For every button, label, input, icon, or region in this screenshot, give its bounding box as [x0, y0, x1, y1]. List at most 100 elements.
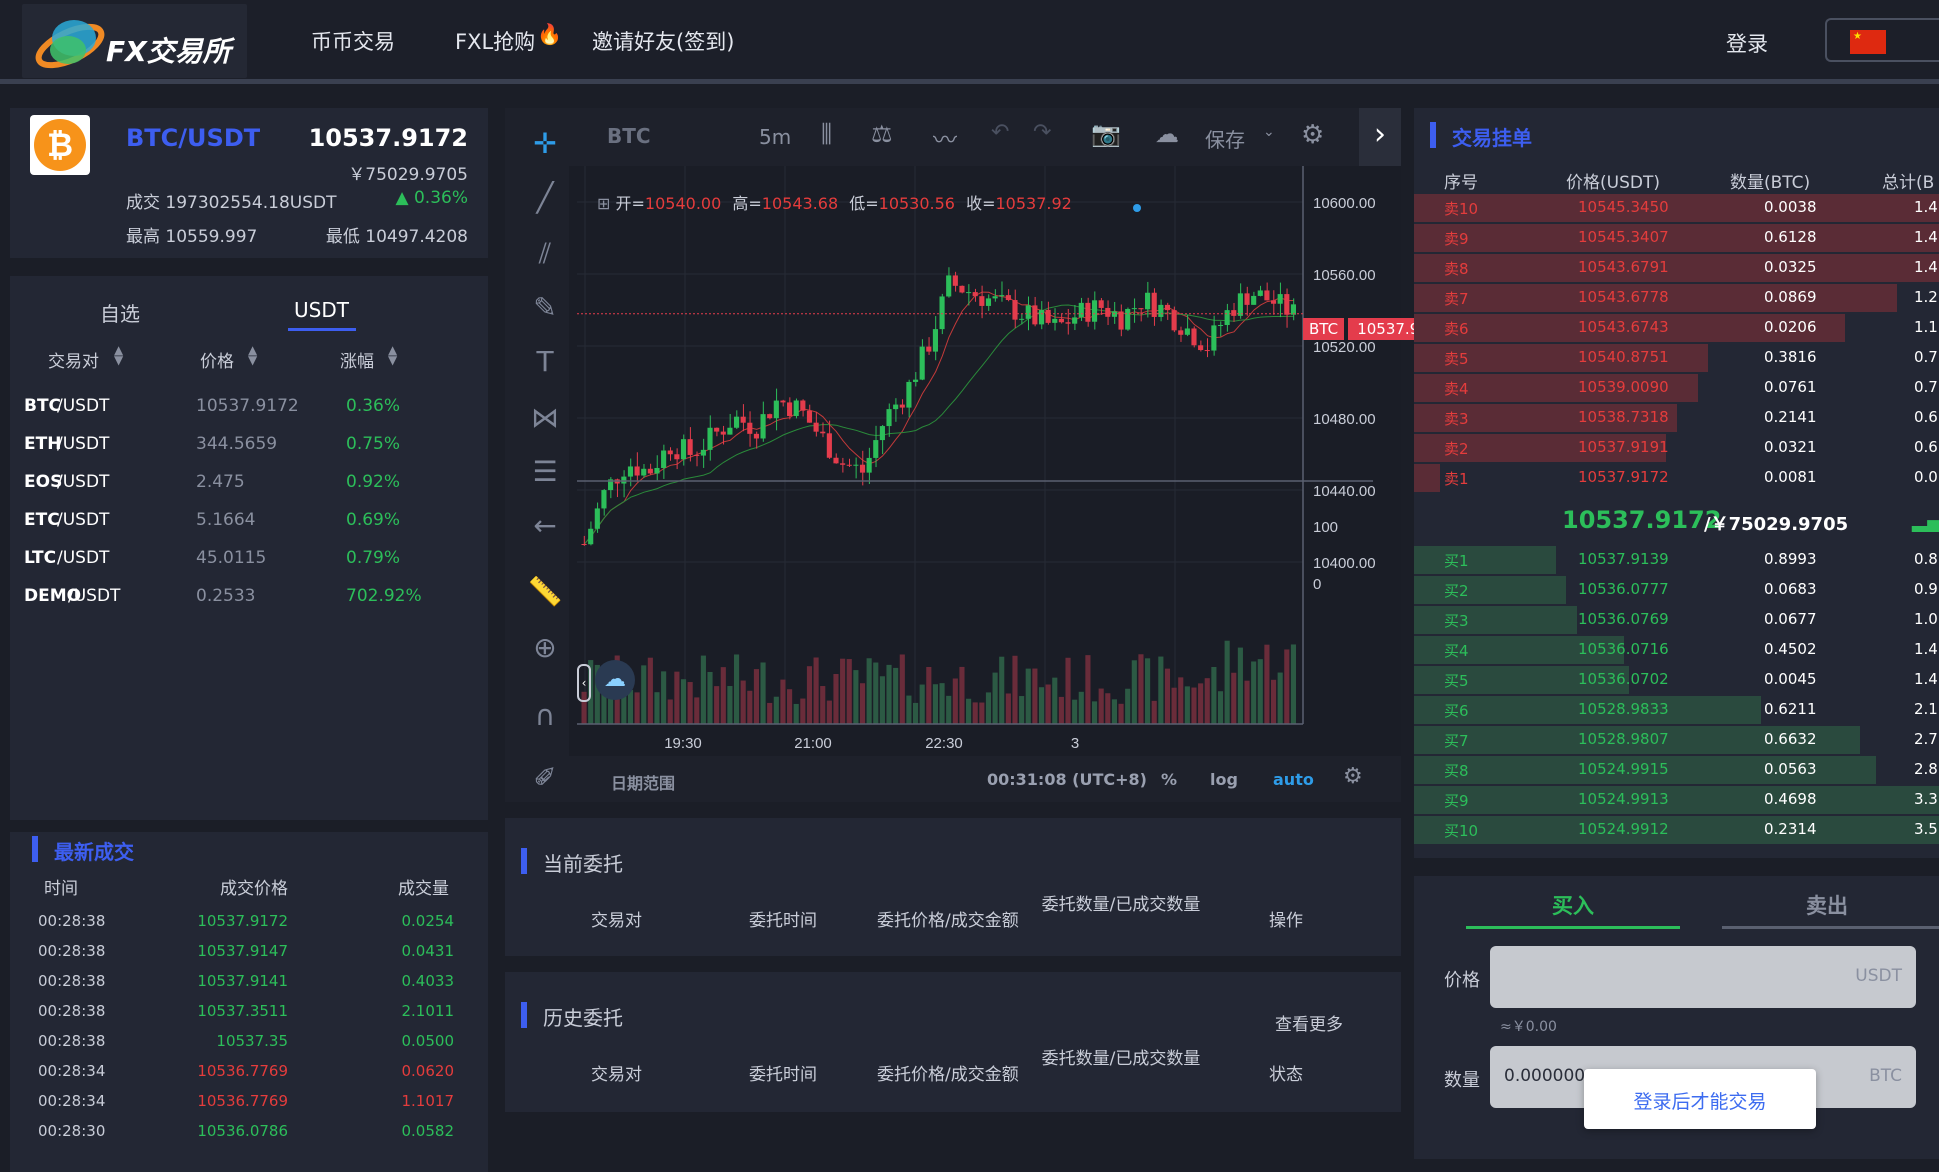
ask-row[interactable]: 卖7 10543.6778 0.0869 1.2 — [1414, 283, 1939, 313]
ask-row[interactable]: 卖5 10540.8751 0.3816 0.7 — [1414, 343, 1939, 373]
section-marker — [1430, 122, 1436, 148]
volume-bar — [1284, 649, 1290, 724]
bid-row[interactable]: 买6 10528.9833 0.6211 2.1 — [1414, 695, 1939, 725]
magnet-icon[interactable]: ∩ — [519, 690, 571, 742]
crosshair-icon[interactable]: ✛ — [519, 118, 571, 170]
market-row[interactable]: EOS/USDT 2.475 0.92% — [10, 466, 488, 502]
site-logo[interactable]: FX交易所 — [22, 4, 247, 78]
volume-tick-label: 100 — [1313, 519, 1338, 536]
market-row[interactable]: DEMO/USDT 0.2533 702.92% — [10, 580, 488, 616]
market-row-price: 0.2533 — [196, 586, 256, 606]
tab-buy[interactable]: 买入 — [1552, 890, 1594, 920]
sort-icon[interactable]: ▲ ▼ — [114, 344, 123, 366]
expand-tools-chevron-icon[interactable]: ⌄ — [519, 756, 571, 790]
ask-row[interactable]: 卖6 10543.6743 0.0206 1.1 — [1414, 313, 1939, 343]
trend-line-icon[interactable]: ╱ — [519, 172, 571, 224]
ask-row[interactable]: 卖8 10543.6791 0.0325 1.4 — [1414, 253, 1939, 283]
axis-settings-icon[interactable]: ⚙ — [1343, 764, 1363, 789]
tab-usdt[interactable]: USDT — [294, 298, 349, 322]
market-row[interactable]: ETC/USDT 5.1664 0.69% — [10, 504, 488, 540]
log-toggle[interactable]: log — [1210, 770, 1238, 789]
volume-bar — [1251, 661, 1257, 724]
price-input[interactable]: USDT — [1490, 946, 1916, 1008]
bid-row[interactable]: 买7 10528.9807 0.6632 2.7 — [1414, 725, 1939, 755]
kline-chart-panel: BTC 5m ⫼ ⚖ 〰 ↶ ↷ 📷 ☁ 保存 ⌄ ⚙ › 10600.00 10… — [505, 108, 1438, 802]
market-row-change: 0.36% — [346, 396, 401, 416]
bid-row[interactable]: 买1 10537.9139 0.8993 0.8 — [1414, 545, 1939, 575]
volume-bar — [926, 667, 932, 724]
ask-row[interactable]: 卖1 10537.9172 0.0081 0.0 — [1414, 463, 1939, 493]
market-row[interactable]: LTC/USDT 45.0115 0.79% — [10, 542, 488, 578]
sort-icon[interactable]: ▲ ▼ — [248, 344, 257, 366]
candle-body — [760, 414, 766, 439]
market-row[interactable]: BTC/USDT 10537.9172 0.36% — [10, 390, 488, 426]
zoom-in-icon[interactable]: ⊕ — [519, 622, 571, 674]
measure-bar-icon[interactable]: ☰ — [519, 446, 571, 498]
bid-row[interactable]: 买3 10536.0769 0.0677 1.0 — [1414, 605, 1939, 635]
sort-icon[interactable]: ▲ ▼ — [388, 344, 397, 366]
ob-qty: 0.6632 — [1764, 730, 1817, 748]
col-header-pair[interactable]: 交易对 — [48, 347, 99, 372]
price-tick-label: 10560.00 — [1313, 267, 1376, 284]
col-header-order-time: 委托时间 — [749, 1065, 817, 1085]
market-row[interactable]: ETH/USDT 344.5659 0.75% — [10, 428, 488, 464]
bid-row[interactable]: 买5 10536.0702 0.0045 1.4 — [1414, 665, 1939, 695]
ohlc-high-label: 高= — [732, 194, 762, 213]
back-arrow-icon[interactable]: ← — [519, 500, 571, 552]
volume-bar — [1184, 686, 1190, 724]
volume-bar — [806, 666, 813, 724]
candle-body — [1098, 300, 1104, 308]
ask-row[interactable]: 卖3 10538.7318 0.2141 0.6 — [1414, 403, 1939, 433]
text-tool-icon[interactable]: T — [519, 336, 571, 388]
price-tick-label: 10600.00 — [1313, 195, 1376, 212]
volume-bar — [1158, 656, 1164, 724]
nav-invite-friends[interactable]: 邀请好友(签到) — [592, 26, 734, 56]
latest-trades-panel: 最新成交 时间 成交价格 成交量 00:28:38 10537.9172 0.025… — [10, 832, 488, 1172]
volume-bar — [1145, 658, 1151, 724]
market-row-quote: /USDT — [57, 548, 110, 568]
col-header-change[interactable]: 涨幅 — [340, 347, 374, 372]
login-link[interactable]: 登录 — [1726, 28, 1768, 58]
ask-row[interactable]: 卖2 10537.9191 0.0321 0.6 — [1414, 433, 1939, 463]
scroll-left-handle[interactable]: ‹ — [577, 664, 591, 702]
brush-icon[interactable]: ✎ — [519, 282, 571, 334]
view-more-link[interactable]: 查看更多 — [1275, 1010, 1343, 1035]
bid-row[interactable]: 买2 10536.0777 0.0683 0.9 — [1414, 575, 1939, 605]
volume-bar — [1125, 688, 1131, 724]
volume-bar — [1151, 700, 1157, 724]
ticker-panel: ₿ BTC/USDT 10537.9172 ￥75029.9705 成交 197… — [10, 108, 488, 258]
col-header-price[interactable]: 价格 — [200, 347, 234, 372]
ask-row[interactable]: 卖4 10539.0090 0.0761 0.7 — [1414, 373, 1939, 403]
volume-bar — [972, 702, 978, 724]
volume-bar — [1118, 703, 1124, 724]
nav-spot-trading[interactable]: 币币交易 — [311, 26, 395, 56]
ask-row[interactable]: 卖10 10545.3450 0.0038 1.4 — [1414, 193, 1939, 223]
ask-row[interactable]: 卖9 10545.3407 0.6128 1.4 — [1414, 223, 1939, 253]
legend-toggle-icon[interactable]: ⊞ — [597, 194, 610, 213]
date-range-button[interactable]: 日期范围 — [611, 770, 675, 794]
ob-total: 2.1 — [1914, 700, 1938, 718]
volume-bar — [661, 671, 667, 724]
bid-row[interactable]: 买10 10524.9912 0.2314 3.5 — [1414, 815, 1939, 845]
bid-row[interactable]: 买9 10524.9913 0.4698 3.3 — [1414, 785, 1939, 815]
trade-row: 00:28:38 10537.35 0.0500 — [10, 1028, 488, 1056]
time-tick-label: 21:00 — [794, 735, 832, 752]
fib-tool-icon[interactable]: ⫽ — [519, 228, 571, 280]
tab-sell[interactable]: 卖出 — [1806, 890, 1848, 920]
volume-bar — [641, 665, 647, 724]
bid-row[interactable]: 买4 10536.0716 0.4502 1.4 — [1414, 635, 1939, 665]
bid-row[interactable]: 买8 10524.9915 0.0563 2.8 — [1414, 755, 1939, 785]
login-to-trade-button[interactable]: 登录后才能交易 — [1584, 1069, 1816, 1129]
tab-favorites[interactable]: 自选 — [100, 298, 140, 327]
percent-toggle[interactable]: % — [1161, 770, 1177, 789]
volume-bar — [1257, 659, 1263, 724]
ob-price: 10543.6791 — [1578, 258, 1669, 276]
nav-fxl-rush[interactable]: FXL抢购 — [455, 26, 535, 56]
volume-bar — [634, 692, 640, 724]
candle-body — [1171, 310, 1177, 331]
language-switch[interactable]: ★ — [1825, 18, 1939, 62]
pattern-tool-icon[interactable]: ⋈ — [519, 392, 571, 444]
candle-body — [1251, 295, 1257, 305]
auto-toggle[interactable]: auto — [1273, 770, 1314, 789]
ruler-icon[interactable]: 📏 — [519, 566, 571, 618]
